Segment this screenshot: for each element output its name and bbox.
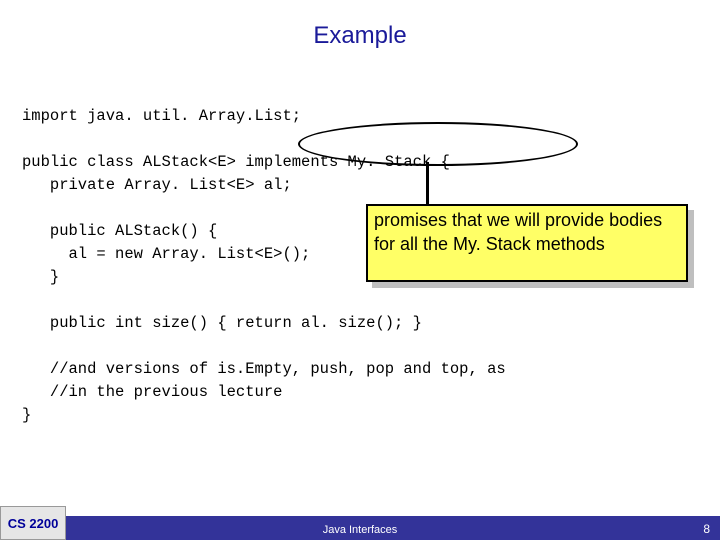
callout-connector [426, 162, 429, 208]
code-line: import java. util. Array.List; [22, 107, 301, 125]
code-line: public int size() { return al. size(); } [22, 314, 422, 332]
highlight-circle [298, 122, 578, 166]
slide-title: Example [0, 0, 720, 50]
code-line: } [22, 268, 59, 286]
code-line: //and versions of is.Empty, push, pop an… [22, 360, 506, 378]
code-line: //in the previous lecture [22, 383, 282, 401]
footer-title: Java Interfaces [0, 524, 720, 536]
callout-box: promises that we will provide bodies for… [366, 204, 688, 282]
code-line: public ALStack() { [22, 222, 217, 240]
code-line: } [22, 406, 31, 424]
code-line: private Array. List<E> al; [22, 176, 292, 194]
page-number: 8 [703, 522, 710, 536]
code-line: al = new Array. List<E>(); [22, 245, 310, 263]
